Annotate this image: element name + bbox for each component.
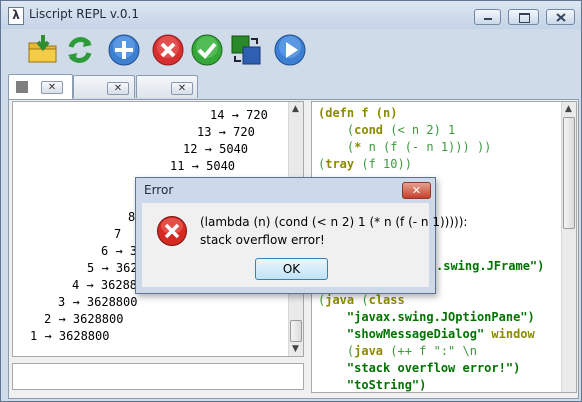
code-line-4: .swing.JFrame") bbox=[436, 259, 544, 276]
plus-icon bbox=[108, 34, 140, 66]
code-token: (f 10)) bbox=[354, 157, 412, 171]
dialog-close-button[interactable]: ✕ bbox=[402, 182, 431, 199]
tab-1[interactable]: ✕ bbox=[8, 74, 73, 99]
scroll-up-arrow-icon[interactable]: ▲ bbox=[565, 104, 572, 114]
code-token: ( bbox=[354, 293, 369, 307]
result-line: 3 → 3628800 bbox=[58, 295, 138, 309]
code-token: "showMessageDialog" bbox=[318, 327, 485, 341]
tab-close-button[interactable]: ✕ bbox=[171, 82, 193, 95]
error-x-icon bbox=[157, 216, 187, 246]
result-line: 7 bbox=[114, 227, 122, 241]
maximize-button[interactable] bbox=[508, 9, 539, 25]
result-line: 2 → 3628800 bbox=[44, 312, 124, 326]
scroll-down-arrow-icon[interactable]: ▼ bbox=[292, 344, 299, 354]
result-line: 1 → 3628800 bbox=[30, 329, 110, 343]
code-token: java bbox=[325, 293, 355, 307]
dialog-body: (lambda (n) (cond (< n 2) 1 (* n (f (- n… bbox=[142, 203, 467, 287]
new-tab-button[interactable] bbox=[107, 33, 141, 67]
tab-2[interactable]: ✕ bbox=[73, 75, 135, 98]
code-token: cond bbox=[354, 123, 384, 137]
lambda-app-icon: λ bbox=[8, 7, 24, 25]
close-icon bbox=[556, 13, 566, 22]
toolbar bbox=[11, 31, 579, 71]
code-token: ( bbox=[318, 140, 355, 154]
minimize-icon bbox=[484, 18, 492, 20]
scroll-up-arrow-icon[interactable]: ▲ bbox=[292, 104, 299, 114]
close-tab-button[interactable] bbox=[151, 33, 185, 67]
code-token: n (f (- n 1))) )) bbox=[361, 140, 492, 154]
dialog-message-expression: (lambda (n) (cond (< n 2) 1 (* n (f (- n… bbox=[200, 215, 468, 229]
result-line: 13 → 720 bbox=[197, 125, 255, 139]
result-line: 6 → 3 bbox=[101, 244, 138, 258]
evaluate-button[interactable] bbox=[273, 33, 307, 67]
dialog-message-error: stack overflow error! bbox=[200, 233, 325, 247]
code-token: java bbox=[354, 344, 384, 358]
window-title: Liscript REPL v.0.1 bbox=[29, 7, 139, 21]
tab-close-button[interactable]: ✕ bbox=[41, 81, 63, 94]
code-token: ( bbox=[318, 123, 355, 137]
code-token: window bbox=[484, 327, 535, 341]
scrollbar-thumb[interactable] bbox=[563, 117, 575, 229]
code-line-6: "javax.swing.JOptionPane") bbox=[318, 310, 535, 327]
result-line: 12 → 5040 bbox=[183, 142, 249, 156]
error-dialog: Error ✕ (lambda (n) (cond (< n 2) 1 (* n… bbox=[135, 177, 467, 294]
code-line-0: (defn f (n) bbox=[318, 106, 397, 123]
dialog-title: Error bbox=[144, 183, 174, 197]
code-line-1: (cond (< n 2) 1 bbox=[318, 123, 455, 140]
code-token: class bbox=[368, 293, 405, 307]
code-token: "stack overflow error!") bbox=[318, 361, 521, 375]
code-token: .swing.JFrame") bbox=[436, 259, 545, 273]
folder-download-icon bbox=[28, 35, 57, 63]
ok-button[interactable]: OK bbox=[255, 258, 328, 280]
play-icon bbox=[274, 34, 306, 66]
code-line-8: (java (++ f ":" \n bbox=[318, 344, 477, 361]
code-token: tray bbox=[325, 157, 355, 171]
code-token: ( bbox=[318, 344, 355, 358]
code-line-3: (tray (f 10)) bbox=[318, 157, 412, 174]
editor-scrollbar[interactable]: ▲ bbox=[561, 102, 576, 392]
result-line: 14 → 720 bbox=[210, 108, 268, 122]
result-line: 5 → 362 bbox=[87, 261, 138, 275]
tab-3[interactable]: ✕ bbox=[136, 75, 198, 98]
close-button[interactable] bbox=[546, 9, 575, 25]
tab-close-button[interactable]: ✕ bbox=[107, 82, 129, 95]
code-token: (defn f (n) bbox=[318, 106, 398, 120]
window-button[interactable] bbox=[229, 33, 263, 67]
maximize-icon bbox=[519, 13, 530, 23]
repl-input-field[interactable] bbox=[12, 363, 304, 390]
open-file-button[interactable] bbox=[26, 33, 60, 67]
code-line-5: (java (class bbox=[318, 293, 405, 310]
tab-square-icon bbox=[16, 81, 28, 93]
code-token: "toString") bbox=[318, 378, 427, 392]
code-token: (++ f ":" \n bbox=[383, 344, 477, 358]
refresh-icon bbox=[68, 37, 92, 63]
code-line-7: "showMessageDialog" window bbox=[318, 327, 535, 344]
code-line-10: "toString") bbox=[318, 378, 427, 392]
windows-icon bbox=[231, 35, 261, 65]
scrollbar-thumb[interactable] bbox=[290, 320, 302, 342]
run-button[interactable] bbox=[190, 33, 224, 67]
tab-strip: ✕ ✕ ✕ bbox=[8, 74, 578, 99]
code-line-9: "stack overflow error!") bbox=[318, 361, 520, 378]
code-line-2: (* n (f (- n 1))) )) bbox=[318, 140, 492, 157]
code-token: "javax.swing.JOptionPane") bbox=[318, 310, 535, 324]
cancel-icon bbox=[152, 34, 184, 66]
result-line: 11 → 5040 bbox=[170, 159, 236, 173]
check-icon bbox=[191, 34, 223, 66]
minimize-button[interactable] bbox=[474, 9, 501, 25]
reload-button[interactable] bbox=[63, 33, 97, 67]
title-bar[interactable]: λ Liscript REPL v.0.1 bbox=[1, 1, 581, 29]
code-token: (< n 2) 1 bbox=[383, 123, 456, 137]
